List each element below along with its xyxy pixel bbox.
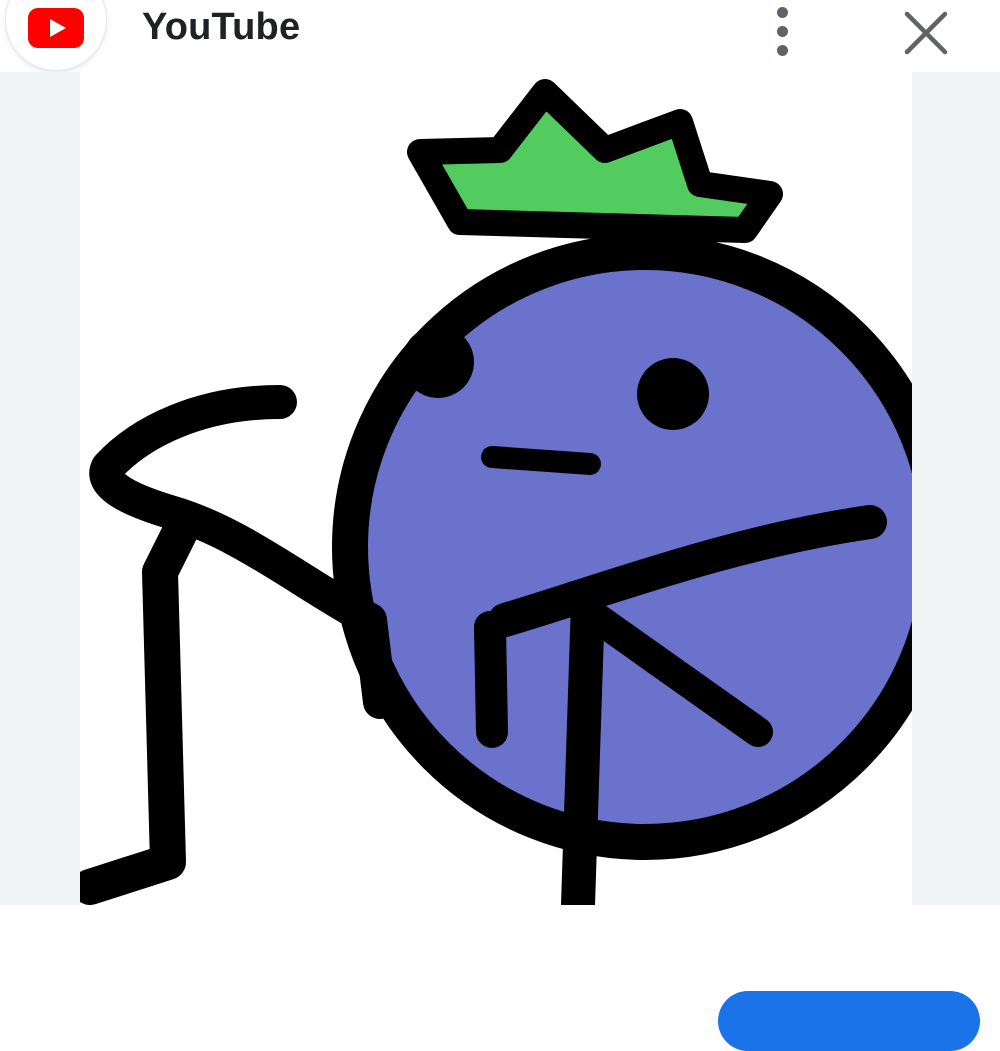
more-vert-icon-dot <box>776 25 788 37</box>
primary-action-button[interactable] <box>718 991 980 1051</box>
left-eye <box>402 326 474 398</box>
more-options-button[interactable] <box>760 0 804 62</box>
mouth <box>481 446 601 475</box>
youtube-logo-icon <box>28 8 84 48</box>
bottom-panel <box>0 905 1000 1051</box>
blueberry-character-image <box>80 79 912 905</box>
app-title: YouTube <box>142 6 301 48</box>
more-vert-icon-dot <box>776 6 788 18</box>
more-vert-icon-dot <box>776 44 788 56</box>
right-eye <box>637 358 709 430</box>
app-badge <box>6 0 106 70</box>
top-bar: YouTube <box>0 0 1000 72</box>
close-icon[interactable] <box>896 4 956 60</box>
image-frame <box>80 72 912 905</box>
image-viewer <box>0 72 1000 905</box>
blueberry-crown <box>407 79 783 243</box>
